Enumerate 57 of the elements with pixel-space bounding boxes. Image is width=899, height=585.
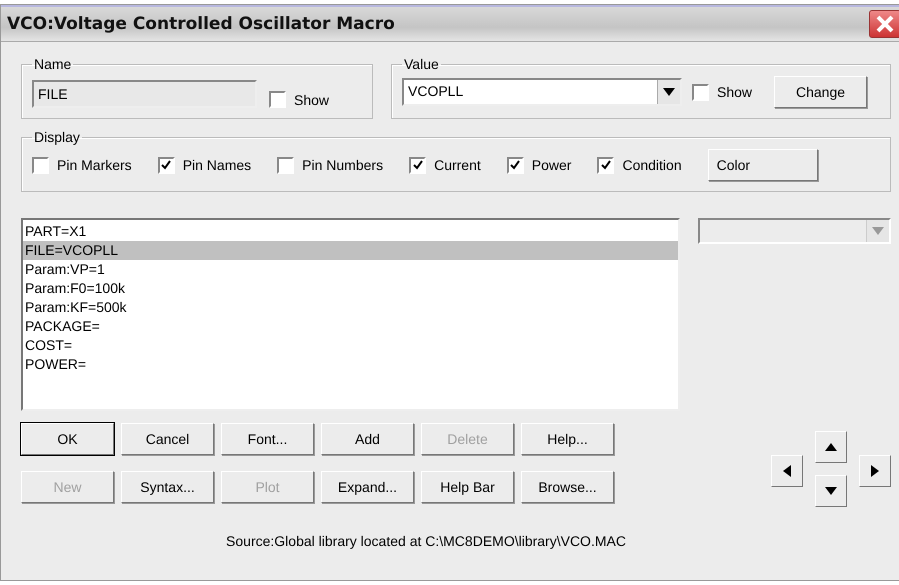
right-arrow-button[interactable] (859, 455, 891, 487)
dialog-button[interactable]: Syntax... (121, 471, 214, 503)
checkbox[interactable] (692, 84, 709, 100)
close-icon[interactable] (869, 10, 899, 38)
value-dropdown[interactable]: VCOPLL (402, 78, 682, 106)
show-checkbox-row[interactable]: Show (269, 91, 330, 108)
left-triangle-icon (783, 465, 791, 477)
display-option[interactable]: Pin Numbers (277, 156, 384, 174)
name-field[interactable]: FILE (32, 80, 257, 108)
list-item[interactable]: COST= (23, 336, 678, 355)
change-button[interactable]: Change (774, 76, 868, 108)
group-label: Value (403, 56, 440, 72)
dialog-button[interactable]: Help Bar (421, 471, 514, 503)
list-item[interactable]: Param:KF=500k (23, 298, 678, 317)
list-item[interactable]: Param:VP=1 (23, 260, 678, 279)
check-icon (510, 160, 520, 170)
display-option[interactable]: Power (506, 156, 572, 174)
display-option[interactable]: Pin Markers (32, 156, 132, 174)
dialog-button[interactable]: Font... (221, 423, 314, 455)
down-arrow-button[interactable] (815, 475, 847, 507)
list-item[interactable]: POWER= (23, 355, 678, 374)
dialog-button[interactable]: Add (321, 423, 414, 455)
dialog-button[interactable]: Browse... (521, 471, 614, 503)
display-option[interactable]: Condition (597, 156, 682, 174)
list-item[interactable]: Param:F0=100k (23, 279, 678, 298)
checkbox[interactable] (506, 156, 524, 174)
check-icon (600, 160, 611, 170)
up-arrow-button[interactable] (815, 431, 847, 463)
source-text: Source:Global library located at C:\MC8DEMO\library\VCO.MAC (225, 533, 627, 549)
down-triangle-icon (872, 227, 884, 235)
display-option[interactable]: Pin Names (158, 156, 252, 174)
color-button[interactable]: Color (708, 149, 818, 181)
checkbox[interactable] (269, 91, 286, 108)
window-title: VCO:Voltage Controlled Oscillator Macro (6, 14, 395, 34)
group-label: Display (33, 129, 81, 145)
left-arrow-button[interactable] (771, 455, 803, 487)
list-item[interactable]: FILE=VCOPLL (23, 241, 678, 260)
dialog-button[interactable]: OK (21, 423, 114, 455)
checkbox[interactable] (409, 156, 426, 174)
checkbox[interactable] (597, 156, 614, 174)
dialog-button[interactable]: Help... (521, 423, 614, 455)
show-checkbox-row[interactable]: Show (692, 84, 752, 100)
check-icon (412, 160, 423, 170)
display-option[interactable]: Current (409, 156, 481, 174)
group-label: Name (33, 56, 72, 72)
checkbox[interactable] (158, 156, 175, 174)
check-icon (161, 160, 172, 170)
checkbox[interactable] (32, 156, 49, 174)
dialog-button[interactable]: Expand... (321, 471, 414, 503)
right-triangle-icon (871, 465, 879, 477)
down-triangle-icon (663, 88, 675, 96)
dialog-button[interactable]: Cancel (121, 423, 214, 455)
checkbox[interactable] (277, 156, 294, 174)
up-triangle-icon (825, 443, 837, 451)
down-triangle-icon (825, 487, 837, 495)
list-item[interactable]: PART=X1 (23, 222, 678, 241)
list-item[interactable]: PACKAGE= (23, 317, 678, 336)
